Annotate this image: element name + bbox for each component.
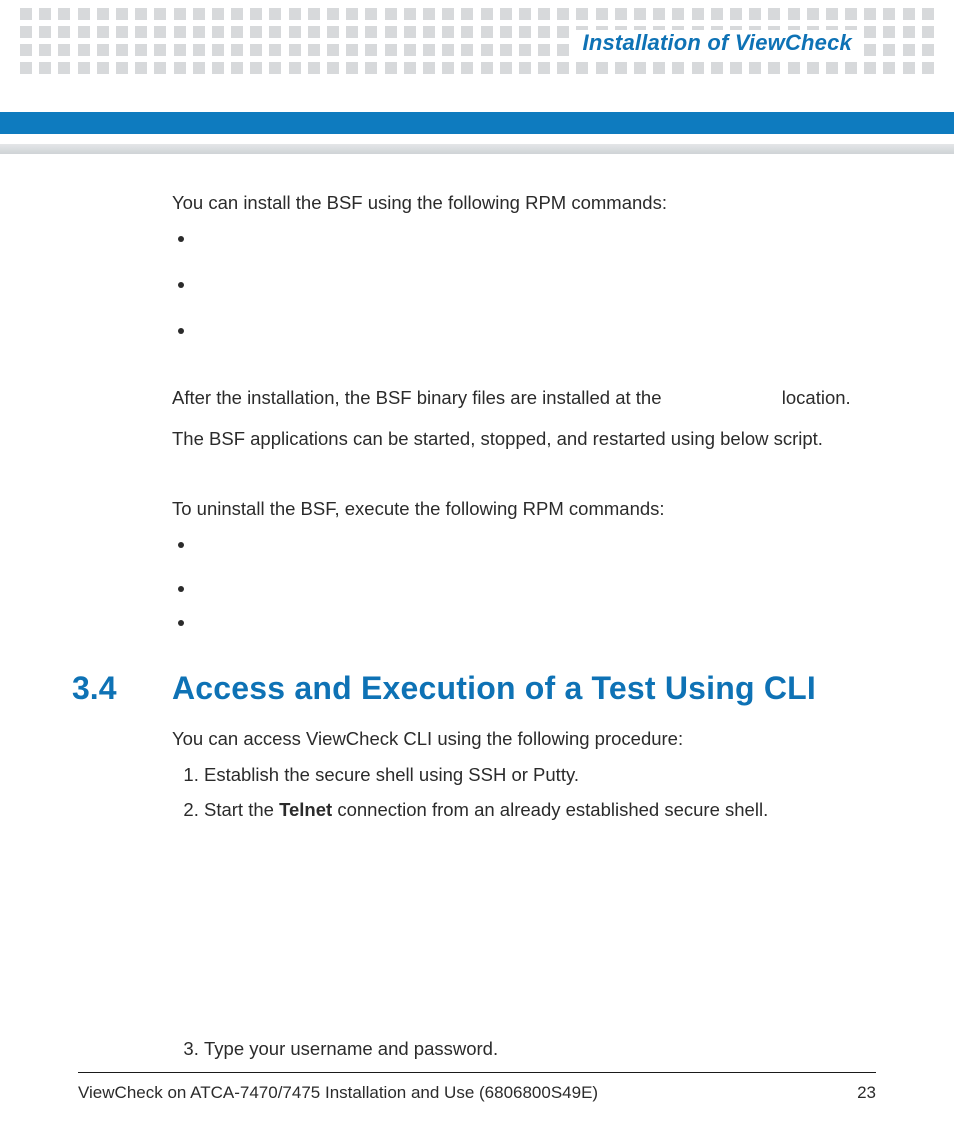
procedure-intro: You can access ViewCheck CLI using the f…: [172, 726, 868, 753]
section-number: 3.4: [72, 665, 172, 711]
list-item: [196, 609, 868, 643]
footer-page-number: 23: [857, 1083, 876, 1103]
decor-dots-row: [0, 62, 954, 74]
list-item: [196, 271, 868, 317]
step-text: connection from an already established s…: [332, 799, 768, 820]
install-bullet-list: [172, 225, 868, 363]
list-item: Establish the secure shell using SSH or …: [204, 762, 868, 789]
after-install-text: After the installation, the BSF binary f…: [172, 385, 868, 412]
running-header-title: Installation of ViewCheck: [573, 30, 862, 56]
uninstall-intro: To uninstall the BSF, execute the follow…: [172, 496, 868, 523]
list-item: [196, 531, 868, 575]
section-heading: 3.4 Access and Execution of a Test Using…: [72, 665, 868, 711]
step-text: Start the: [204, 799, 279, 820]
text-fragment: location.: [782, 387, 851, 408]
list-item: [196, 225, 868, 271]
start-stop-text: The BSF applications can be started, sto…: [172, 426, 868, 453]
content-area: You can install the BSF using the follow…: [172, 190, 868, 1071]
list-item: [196, 575, 868, 609]
footer-doc-title: ViewCheck on ATCA-7470/7475 Installation…: [78, 1083, 598, 1103]
uninstall-bullet-list: [172, 531, 868, 643]
page: Installation of ViewCheck You can instal…: [0, 0, 954, 1145]
header-grey-bar: [0, 144, 954, 154]
list-item: [196, 317, 868, 363]
procedure-steps: Establish the secure shell using SSH or …: [172, 762, 868, 1062]
section-title: Access and Execution of a Test Using CLI: [172, 665, 816, 711]
text-fragment: After the installation, the BSF binary f…: [172, 387, 661, 408]
list-item: Start the Telnet connection from an alre…: [204, 797, 868, 824]
list-item: Type your username and password.: [204, 1036, 868, 1063]
header-blue-bar: [0, 112, 954, 134]
page-footer: ViewCheck on ATCA-7470/7475 Installation…: [78, 1072, 876, 1103]
step-text: Establish the secure shell using SSH or …: [204, 764, 579, 785]
decor-dots-row: [0, 8, 954, 20]
install-intro: You can install the BSF using the follow…: [172, 190, 868, 217]
step-text: Type your username and password.: [204, 1038, 498, 1059]
step-text-strong: Telnet: [279, 799, 332, 820]
